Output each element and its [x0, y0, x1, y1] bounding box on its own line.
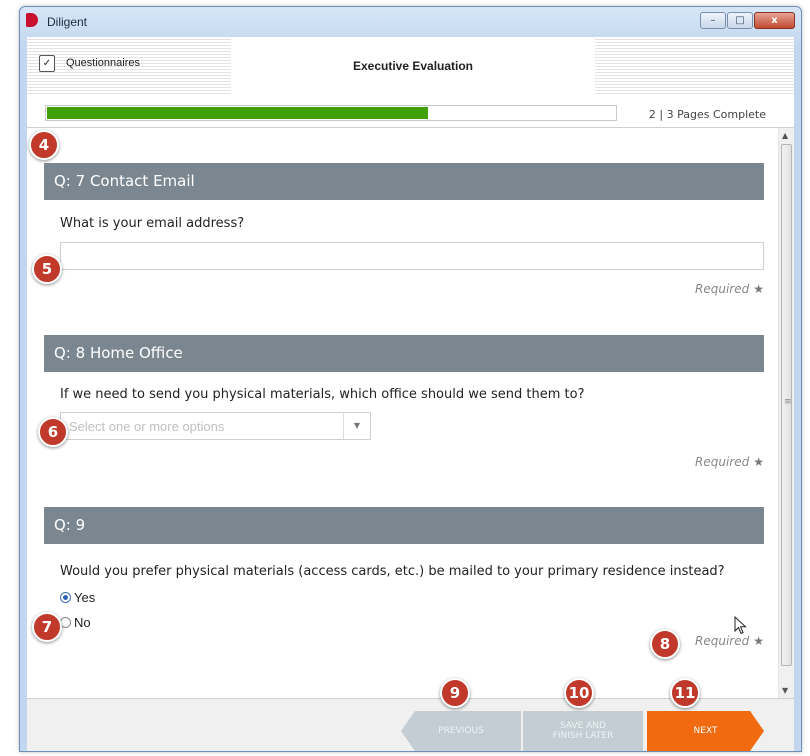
- annotation-badge-5: 5: [32, 254, 62, 284]
- required-star-icon: ★: [753, 455, 764, 469]
- tab-executive-evaluation[interactable]: Executive Evaluation: [231, 37, 595, 95]
- save-label-line1: SAVE AND: [560, 721, 606, 731]
- progress-section: 2 | 3 Pages Complete: [27, 95, 794, 128]
- questionnaire-content: Q: 7 Contact Email What is your email ad…: [27, 128, 794, 698]
- save-and-finish-later-button[interactable]: SAVE AND FINISH LATER: [523, 711, 643, 751]
- window-title: Diligent: [47, 15, 88, 29]
- radio-yes-label: Yes: [74, 590, 96, 605]
- close-icon: x: [771, 15, 778, 26]
- required-star-icon: ★: [753, 634, 764, 648]
- radio-option-yes[interactable]: Yes: [60, 590, 95, 605]
- chevron-down-icon[interactable]: ▼: [343, 413, 370, 439]
- title-bar: Diligent – □ x: [20, 7, 801, 37]
- annotation-badge-4: 4: [29, 130, 59, 160]
- next-button[interactable]: NEXT: [647, 711, 764, 751]
- progress-bar: [45, 105, 617, 121]
- scrollbar-thumb[interactable]: ≡: [781, 144, 792, 666]
- annotation-badge-7: 7: [32, 612, 62, 642]
- office-select-placeholder: Select one or more options: [69, 419, 225, 434]
- maximize-icon: □: [735, 15, 745, 26]
- diligent-logo-icon: [26, 13, 38, 27]
- checklist-icon: ✓: [39, 55, 55, 72]
- required-star-icon: ★: [753, 282, 764, 296]
- radio-yes-icon[interactable]: [60, 592, 71, 603]
- question-9-required: Required ★: [695, 634, 764, 648]
- progress-bar-fill: [47, 107, 428, 119]
- app-window: Diligent – □ x ✓ Questionnaires Executiv…: [19, 6, 802, 752]
- maximize-button[interactable]: □: [727, 12, 753, 29]
- email-input[interactable]: [60, 242, 764, 270]
- tab-strip: ✓ Questionnaires Executive Evaluation: [27, 37, 794, 95]
- scroll-down-icon[interactable]: ▼: [782, 686, 788, 695]
- save-label-line2: FINISH LATER: [552, 731, 614, 741]
- minimize-button[interactable]: –: [700, 12, 726, 29]
- question-8-required: Required ★: [695, 455, 764, 469]
- scroll-up-icon[interactable]: ▲: [782, 131, 788, 140]
- question-7-header: Q: 7 Contact Email: [44, 163, 764, 200]
- vertical-scrollbar[interactable]: ▲ ≡ ▼: [778, 128, 794, 698]
- question-9-text: Would you prefer physical materials (acc…: [60, 564, 725, 579]
- required-label: Required: [695, 455, 750, 469]
- office-select[interactable]: Select one or more options ▼: [60, 412, 371, 440]
- annotation-badge-9: 9: [440, 678, 470, 708]
- close-button[interactable]: x: [754, 12, 795, 29]
- required-label: Required: [695, 282, 750, 296]
- scroll-grip-icon: ≡: [784, 397, 792, 407]
- annotation-badge-6: 6: [38, 417, 68, 447]
- annotation-badge-10: 10: [564, 678, 594, 708]
- annotation-badge-8: 8: [650, 629, 680, 659]
- minimize-icon: –: [710, 15, 716, 26]
- question-8-header: Q: 8 Home Office: [44, 335, 764, 372]
- radio-no-label: No: [74, 615, 91, 630]
- tab-questionnaires-label: Questionnaires: [66, 57, 140, 69]
- question-8-text: If we need to send you physical material…: [60, 387, 585, 402]
- required-label: Required: [695, 634, 750, 648]
- question-9-header: Q: 9: [44, 507, 764, 544]
- radio-option-no[interactable]: No: [60, 615, 91, 630]
- question-7-required: Required ★: [695, 282, 764, 296]
- previous-button[interactable]: PREVIOUS: [401, 711, 521, 751]
- question-7-text: What is your email address?: [60, 216, 245, 231]
- annotation-badge-11: 11: [670, 678, 700, 708]
- pages-complete-label: 2 | 3 Pages Complete: [648, 108, 766, 121]
- mouse-cursor-icon: [734, 616, 747, 635]
